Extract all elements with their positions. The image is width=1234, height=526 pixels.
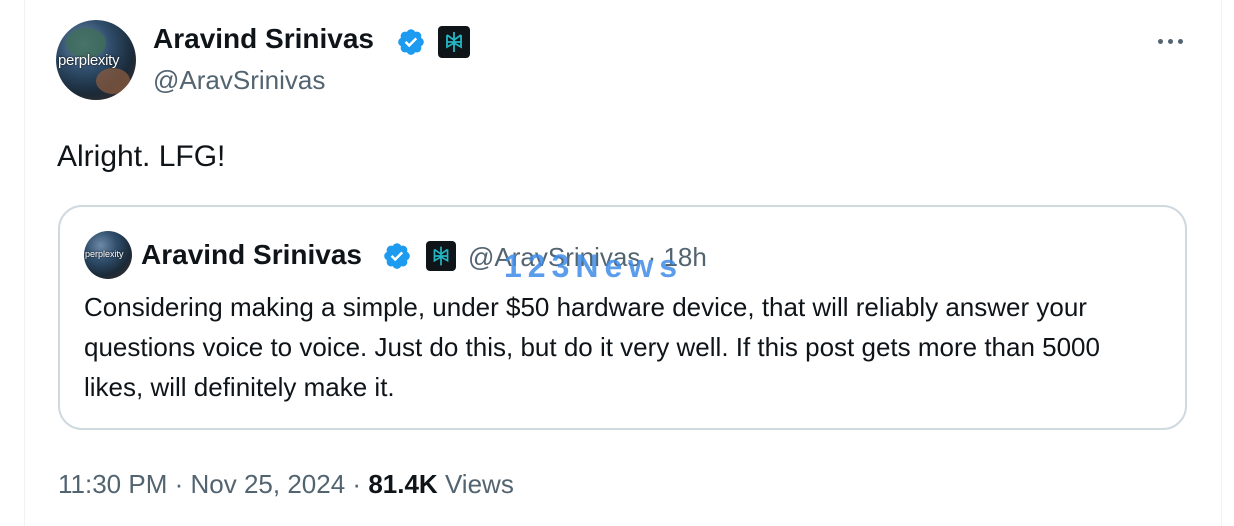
tweet-date[interactable]: Nov 25, 2024: [191, 469, 346, 499]
views-count[interactable]: 81.4K: [368, 469, 437, 499]
more-dot: [1157, 38, 1163, 44]
tweet-time[interactable]: 11:30 PM: [58, 469, 167, 499]
frame-border-right: [1221, 0, 1222, 526]
more-dot: [1167, 38, 1173, 44]
watermark: 123News: [504, 248, 683, 284]
verified-badge-icon[interactable]: [396, 27, 426, 57]
quoted-avatar-logo-text: perplexity: [85, 249, 124, 259]
more-options-icon[interactable]: [1150, 26, 1190, 56]
meta-separator: ·: [352, 469, 362, 499]
tweet-meta: 11:30 PM · Nov 25, 2024 · 81.4K Views: [58, 466, 514, 502]
quoted-tweet-text: Considering making a simple, under $50 h…: [84, 292, 1100, 402]
author-handle[interactable]: @AravSrinivas: [153, 63, 325, 97]
perplexity-affiliation-icon[interactable]: [438, 26, 470, 58]
quoted-tweet-card[interactable]: perplexity Aravind Srinivas @AravSriniva…: [58, 205, 1187, 430]
meta-separator: ·: [174, 469, 184, 499]
avatar-hand-shape: [96, 68, 130, 94]
views-label: Views: [444, 469, 514, 499]
author-avatar[interactable]: perplexity: [56, 20, 136, 100]
quoted-verified-badge-icon[interactable]: [382, 241, 412, 271]
quoted-author-name[interactable]: Aravind Srinivas: [141, 238, 362, 272]
quoted-perplexity-affiliation-icon[interactable]: [426, 241, 456, 271]
avatar-logo-text: perplexity: [58, 52, 120, 69]
tweet-text: Alright. LFG!: [57, 140, 226, 173]
frame-border-left: [24, 0, 25, 526]
author-name[interactable]: Aravind Srinivas: [153, 22, 374, 56]
more-dot: [1177, 38, 1183, 44]
quoted-author-avatar[interactable]: perplexity: [84, 231, 132, 279]
